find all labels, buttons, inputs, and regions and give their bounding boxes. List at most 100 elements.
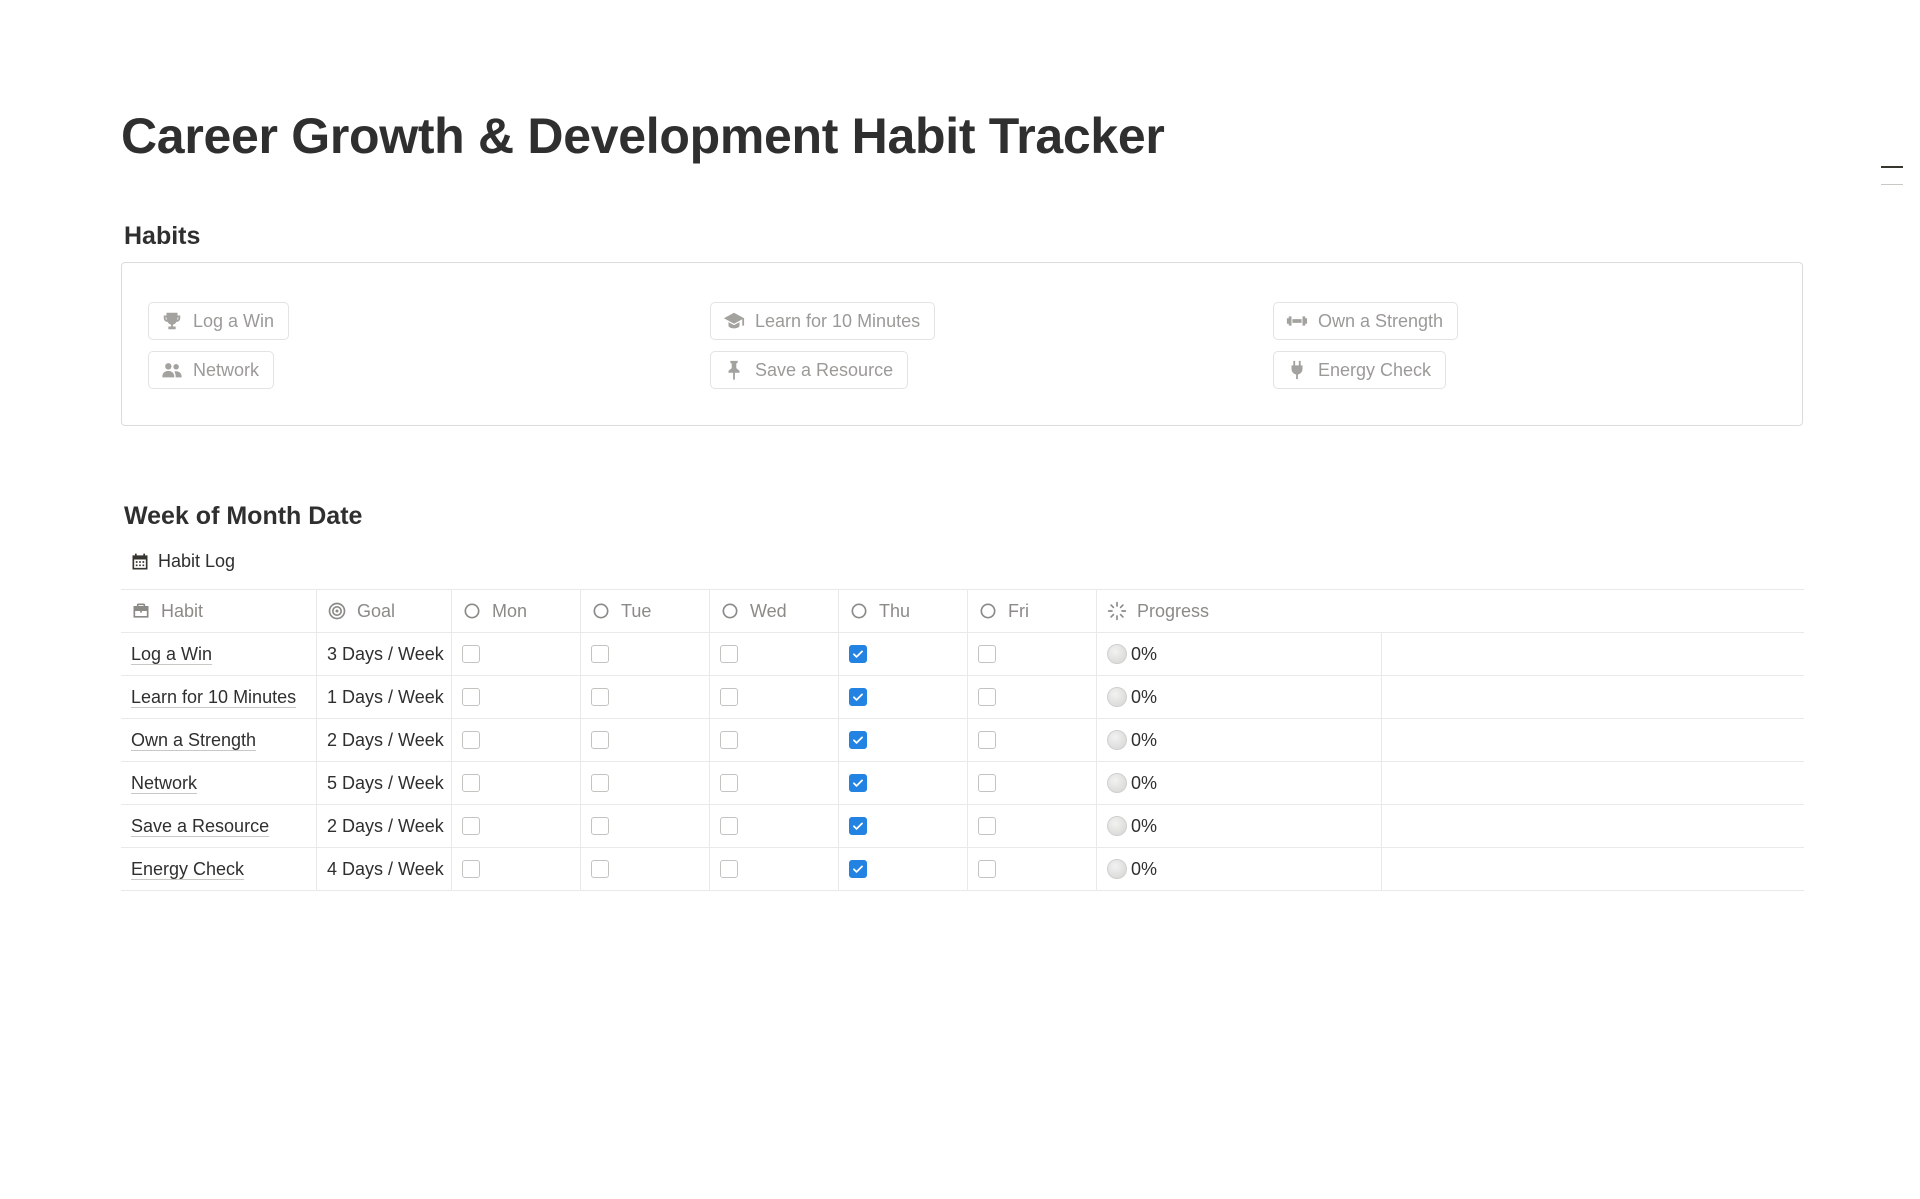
column-header-mon[interactable]: Mon [451,590,580,632]
pin-icon [728,360,740,381]
progress-value: 0% [1131,815,1158,836]
thu-cell [838,848,967,890]
circle-outline-icon [593,603,609,619]
column-header-tue[interactable]: Tue [580,590,709,632]
mon-cell [451,805,580,847]
table-body: Log a Win 3 Days / Week 0% Learn for 10 Min… [121,633,1804,891]
habit-chip-log-a-win[interactable]: Log a Win [148,302,290,340]
habit-chip-own-a-strength[interactable]: Own a Strength [1273,302,1459,340]
thu-checkbox[interactable] [849,817,867,835]
habit-chip-save-a-resource[interactable]: Save a Resource [710,351,909,389]
habit-chip-network[interactable]: Network [148,351,275,389]
thu-checkbox[interactable] [849,860,867,878]
fri-cell [967,762,1096,804]
mon-checkbox[interactable] [462,860,480,878]
column-header-label: Habit [161,600,204,621]
habit-link[interactable]: Network [131,773,197,794]
fri-checkbox[interactable] [978,860,996,878]
habit-link[interactable]: Energy Check [131,859,244,880]
wed-cell [709,848,838,890]
tue-checkbox[interactable] [591,817,609,835]
thu-checkbox[interactable] [849,688,867,706]
fri-checkbox[interactable] [978,688,996,706]
empty-cell [1381,848,1804,890]
goal-value: 2 Days / Week [327,729,444,750]
tue-checkbox[interactable] [591,774,609,792]
thu-cell [838,719,967,761]
thu-checkbox[interactable] [849,774,867,792]
column-header-thu[interactable]: Thu [838,590,967,632]
mon-cell [451,633,580,675]
thu-cell [838,633,967,675]
progress-ring-icon [1107,730,1127,750]
wed-checkbox[interactable] [720,731,738,749]
fri-checkbox[interactable] [978,645,996,663]
column-header-progress[interactable]: Progress [1096,590,1804,632]
outline-line [1881,184,1903,185]
page-outline-toggle[interactable] [1881,166,1903,201]
goal-value: 2 Days / Week [327,815,444,836]
habit-chip-energy-check[interactable]: Energy Check [1273,351,1447,389]
column-header-habit[interactable]: Habit [121,590,316,632]
checkmark-icon [853,865,863,873]
goal-cell: 1 Days / Week [316,676,451,718]
tue-checkbox[interactable] [591,860,609,878]
mon-checkbox[interactable] [462,731,480,749]
wed-cell [709,805,838,847]
goal-cell: 2 Days / Week [316,805,451,847]
view-tab-habit-log[interactable]: Habit Log [130,551,235,572]
mon-cell [451,676,580,718]
progress-cell: 0% [1096,848,1381,890]
thu-checkbox[interactable] [849,731,867,749]
wed-checkbox[interactable] [720,860,738,878]
column-header-fri[interactable]: Fri [967,590,1096,632]
column-header-label: Wed [750,600,787,621]
habit-chip-label: Save a Resource [755,359,894,380]
checkmark-icon [853,650,863,658]
wed-checkbox[interactable] [720,688,738,706]
thu-checkbox[interactable] [849,645,867,663]
habit-cell: Energy Check [121,848,316,890]
progress-value: 0% [1131,643,1158,664]
column-header-goal[interactable]: Goal [316,590,451,632]
target-icon [328,602,346,620]
habit-chip-learn-for-10-minutes[interactable]: Learn for 10 Minutes [710,302,936,340]
tue-checkbox[interactable] [591,645,609,663]
progress-ring-icon [1107,687,1127,707]
circle-outline-icon [464,603,480,619]
progress-indicator: 0% [1107,730,1157,751]
progress-cell: 0% [1096,719,1381,761]
trophy-icon [163,312,181,330]
tue-checkbox[interactable] [591,731,609,749]
habit-link[interactable]: Learn for 10 Minutes [131,687,296,708]
fri-checkbox[interactable] [978,731,996,749]
goal-value: 3 Days / Week [327,643,444,664]
wed-checkbox[interactable] [720,645,738,663]
column-header-wed[interactable]: Wed [709,590,838,632]
goal-value: 1 Days / Week [327,686,444,707]
progress-value: 0% [1131,686,1158,707]
progress-indicator: 0% [1107,816,1157,837]
fri-checkbox[interactable] [978,774,996,792]
habit-link[interactable]: Log a Win [131,644,212,665]
loading-spinner-icon [1107,601,1127,621]
wed-checkbox[interactable] [720,817,738,835]
mon-checkbox[interactable] [462,817,480,835]
habit-link[interactable]: Save a Resource [131,816,269,837]
habit-cell: Network [121,762,316,804]
habit-cell: Learn for 10 Minutes [121,676,316,718]
progress-cell: 0% [1096,676,1381,718]
wed-cell [709,676,838,718]
graduation-cap-icon [723,312,745,329]
mon-checkbox[interactable] [462,774,480,792]
habit-link[interactable]: Own a Strength [131,730,256,751]
column-header-label: Tue [621,600,652,621]
table-row: Network 5 Days / Week 0% [121,762,1804,805]
tue-cell [580,805,709,847]
tue-checkbox[interactable] [591,688,609,706]
habit-chip-label: Network [193,359,260,380]
wed-checkbox[interactable] [720,774,738,792]
mon-checkbox[interactable] [462,645,480,663]
mon-checkbox[interactable] [462,688,480,706]
fri-checkbox[interactable] [978,817,996,835]
